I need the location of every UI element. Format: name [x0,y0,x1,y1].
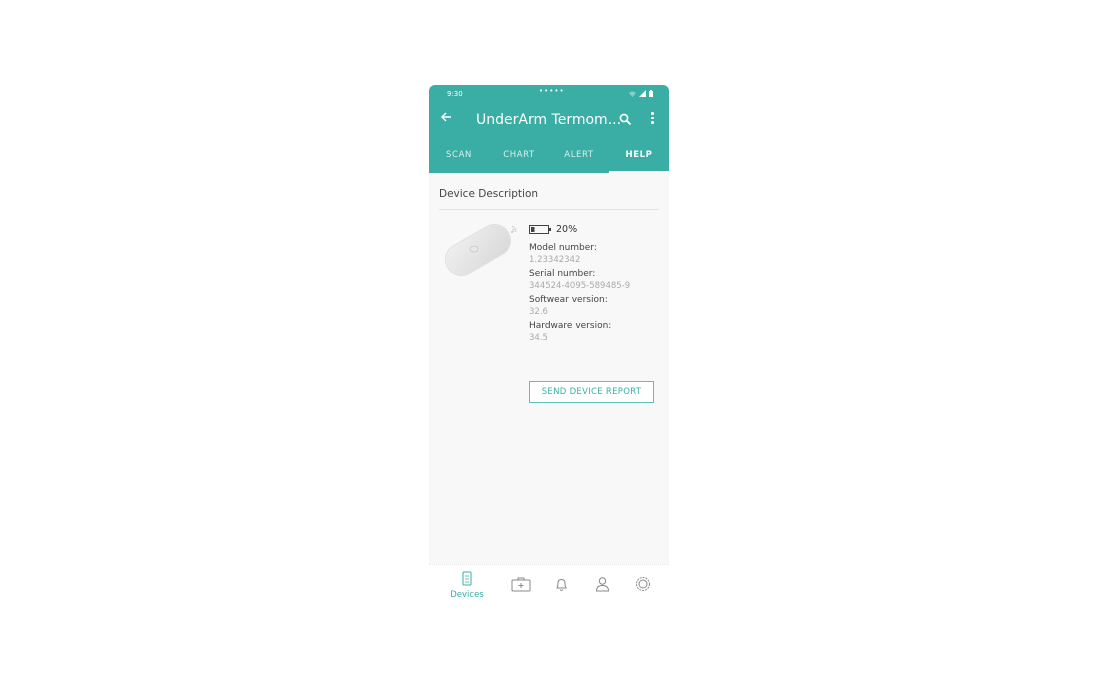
page-title: UnderArm Termom... [476,112,622,128]
back-button[interactable] [440,111,452,127]
status-notch-dots: ••••• [539,87,565,95]
nav-medical-kit[interactable] [501,577,541,596]
tab-alert[interactable]: ALERT [549,143,609,173]
devices-icon [462,571,472,586]
hardware-version-value: 34.5 [529,333,548,343]
battery-icon [529,225,551,234]
tab-bar: SCAN CHART ALERT HELP [429,143,669,173]
software-version-label: Softwear version: [529,295,608,305]
battery-indicator: 20% [529,224,664,235]
tab-scan[interactable]: SCAN [429,143,489,173]
wireless-signal-icon [510,225,517,234]
cell-signal-icon [639,90,646,97]
nav-settings[interactable] [623,576,663,596]
section-title: Device Description [439,188,539,200]
wifi-icon [629,91,636,97]
send-device-report-button[interactable]: SEND DEVICE REPORT [529,381,654,403]
phone-screen: 9:30 ••••• UnderArm Termom... SCAN CHART… [429,85,669,607]
search-button[interactable] [619,111,632,130]
more-options-button[interactable] [651,112,655,126]
nav-devices-label: Devices [450,590,484,600]
status-time: 9:30 [447,90,463,98]
medical-kit-icon [511,577,531,592]
battery-percent: 20% [556,224,578,235]
model-number-value: 1.23342342 [529,255,581,265]
help-content: Device Description 20% Model number: 1.2… [429,173,669,563]
battery-status-icon [649,90,653,97]
doctor-icon [595,577,609,592]
tab-chart[interactable]: CHART [489,143,549,173]
model-number-label: Model number: [529,243,597,253]
arrow-left-icon [440,112,451,122]
settings-icon [636,577,650,591]
status-bar: 9:30 ••••• [429,87,669,101]
search-icon [619,113,632,126]
divider [439,209,659,210]
bottom-navigation: Devices [429,564,669,607]
software-version-value: 32.6 [529,307,548,317]
serial-number-value: 344524-4095-589485-9 [529,281,631,291]
hardware-version-label: Hardware version: [529,321,612,331]
nav-devices[interactable]: Devices [447,571,487,600]
nav-alerts[interactable] [541,577,581,596]
tab-help[interactable]: HELP [609,143,669,173]
thermometer-device-image [445,224,517,276]
app-bar: 9:30 ••••• UnderArm Termom... SCAN CHART… [429,85,669,173]
bell-icon [555,578,567,591]
device-info: 20% Model number: 1.23342342 Serial numb… [529,224,664,343]
serial-number-label: Serial number: [529,269,596,279]
nav-doctor[interactable] [582,576,622,596]
